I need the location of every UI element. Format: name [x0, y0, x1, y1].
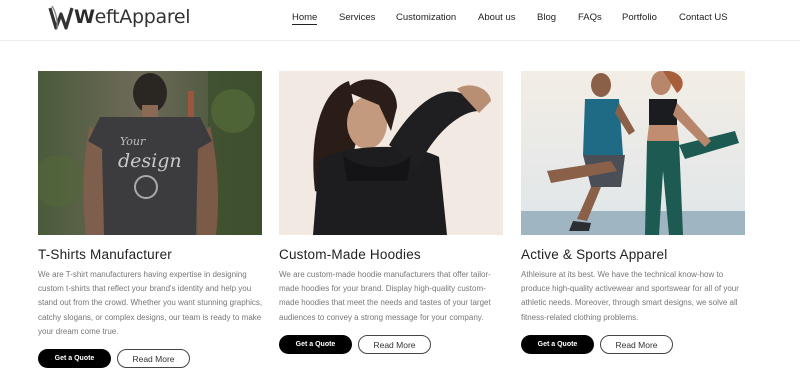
get-a-quote-button[interactable]: Get a Quote [279, 335, 352, 354]
card-actions: Get a Quote Read More [521, 335, 673, 354]
get-a-quote-button[interactable]: Get a Quote [38, 349, 111, 368]
svg-text:design: design [118, 150, 182, 172]
nav-portfolio[interactable]: Portfolio [622, 12, 657, 23]
svg-text:Your: Your [120, 135, 146, 148]
card-title: Custom-Made Hoodies [279, 247, 421, 262]
service-card-activewear: Active & Sports Apparel Athleisure at it… [521, 71, 745, 354]
card-description: We are T-shirt manufacturers having expe… [38, 270, 263, 336]
nav-blog[interactable]: Blog [537, 12, 556, 23]
main-nav: Home Services Customization About us Blo… [0, 12, 800, 26]
service-card-hoodies: Custom-Made Hoodies We are custom-made h… [279, 71, 503, 354]
activewear-models-image[interactable] [521, 71, 745, 235]
read-more-button[interactable]: Read More [600, 335, 673, 354]
get-a-quote-button[interactable]: Get a Quote [521, 335, 594, 354]
nav-customization[interactable]: Customization [396, 12, 456, 23]
nav-services[interactable]: Services [339, 12, 375, 23]
read-more-button[interactable]: Read More [358, 335, 431, 354]
hoodie-model-image[interactable] [279, 71, 503, 235]
tshirt-model-image[interactable]: Your design [38, 71, 262, 235]
card-description: We are custom-made hoodie manufacturers … [279, 270, 491, 322]
nav-about-us[interactable]: About us [478, 12, 516, 23]
card-title: T-Shirts Manufacturer [38, 247, 172, 262]
nav-contact-us[interactable]: Contact US [679, 12, 728, 23]
nav-home[interactable]: Home [292, 12, 318, 25]
read-more-button[interactable]: Read More [117, 349, 190, 368]
service-card-tshirts: Your design T-Shirts Manufacturer We are… [38, 71, 263, 368]
nav-faqs[interactable]: FAQs [578, 12, 602, 23]
card-actions: Get a Quote Read More [38, 349, 190, 368]
site-header: WeftApparel Home Services Customization … [0, 0, 800, 41]
card-description: Athleisure at its best. We have the tech… [521, 270, 739, 322]
card-title: Active & Sports Apparel [521, 247, 668, 262]
card-actions: Get a Quote Read More [279, 335, 431, 354]
